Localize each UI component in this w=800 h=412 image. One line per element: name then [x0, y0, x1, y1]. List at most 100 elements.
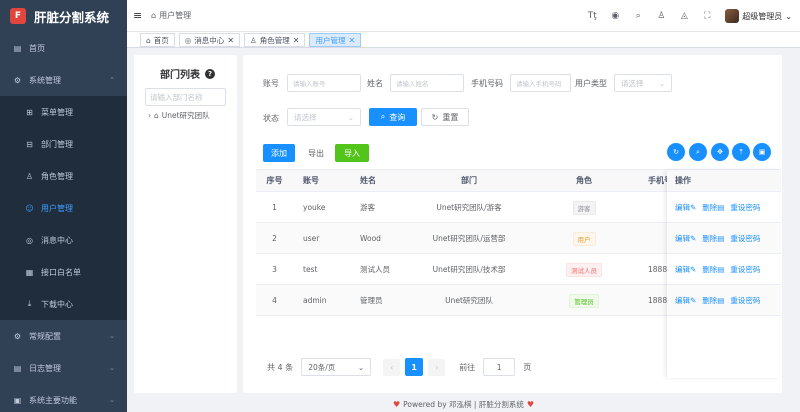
reset-button-label: 重置 — [442, 112, 459, 122]
close-icon[interactable]: ✕ — [293, 36, 300, 45]
move-icon[interactable]: ✥ — [711, 143, 729, 161]
refresh-icon[interactable]: ↻ — [667, 143, 685, 161]
hamburger-icon[interactable]: ≡ — [133, 9, 145, 22]
tree-node-root[interactable]: › ⌂ Unet研究团队 — [148, 110, 210, 121]
app-title: 肝脏分割系统 — [34, 9, 110, 25]
name-label: 姓名 — [367, 79, 383, 88]
reset-password-button[interactable]: 重设密码 — [730, 202, 760, 213]
delete-button[interactable]: 删除▤ — [702, 295, 724, 306]
delete-button[interactable]: 删除▤ — [702, 264, 724, 275]
search-toggle-icon[interactable]: ⌕ — [689, 143, 707, 161]
sidebar-item-config[interactable]: ⚙ 常规配置 ⌄ — [0, 320, 127, 352]
tab-role[interactable]: ♙ 角色管理 ✕ — [244, 33, 306, 47]
goto-page-input[interactable]: 1 — [483, 358, 516, 376]
tab-home[interactable]: ⌂ 首页 — [140, 33, 175, 47]
sidebar-item-label: 用户管理 — [41, 203, 73, 213]
edit-button[interactable]: 编辑✎ — [675, 295, 696, 306]
cell-role: 管理员 — [532, 285, 636, 316]
tab-user[interactable]: 用户管理 ✕ — [309, 33, 362, 47]
reset-button[interactable]: ↻ 重置 — [421, 108, 469, 126]
sidebar-item-label: 系统管理 — [29, 75, 61, 85]
sidebar-item-dept[interactable]: ⊟ 部门管理 — [0, 128, 127, 160]
reset-password-button[interactable]: 重设密码 — [730, 295, 760, 306]
app-logo[interactable]: F 肝脏分割系统 — [0, 0, 127, 32]
tab-message[interactable]: ◎ 消息中心 ✕ — [178, 33, 241, 47]
role-tag: 测试人员 — [566, 262, 602, 277]
list-icon: ▦ — [25, 267, 34, 277]
close-icon[interactable]: ✕ — [348, 36, 355, 45]
heart-icon: ♥ — [526, 399, 534, 409]
next-page-button[interactable]: › — [428, 358, 446, 376]
export-button[interactable]: 导出 — [301, 144, 331, 162]
delete-button[interactable]: 删除▤ — [702, 202, 724, 213]
sidebar-item-menu[interactable]: ⊞ 菜单管理 — [0, 96, 127, 128]
name-input[interactable]: 请输入姓名 — [390, 74, 464, 92]
chevron-right-icon[interactable]: › — [148, 111, 151, 120]
reset-password-button[interactable]: 重设密码 — [730, 264, 760, 275]
sidebar-item-role[interactable]: ♙ 角色管理 — [0, 160, 127, 192]
footer-text: Powered by 邓泓棋 | 肝脏分割系统 — [403, 399, 524, 409]
breadcrumb: ⌂ 用户管理 — [151, 10, 191, 21]
edit-label: 编辑 — [675, 295, 690, 305]
dept-search-input[interactable]: 请输入部门名称 — [145, 88, 226, 106]
theme-icon[interactable]: ♙ — [656, 11, 666, 21]
edit-button[interactable]: 编辑✎ — [675, 264, 696, 275]
status-select[interactable]: 请选择 ⌄ — [287, 108, 361, 126]
sidebar-item-label: 角色管理 — [41, 171, 73, 181]
ops-column: 操作 编辑✎ 删除▤ 重设密码 编辑✎ 删除▤ 重设密码 编辑✎ 删除▤ 重设密… — [667, 170, 781, 378]
delete-label: 删除 — [702, 233, 718, 243]
user-name: 超级管理员 — [742, 11, 783, 21]
sidebar-item-message[interactable]: ◎ 消息中心 — [0, 224, 127, 256]
page-size-select[interactable]: 20条/页 ⌄ — [301, 358, 372, 376]
usertype-select[interactable]: 请选择 ⌄ — [614, 74, 672, 92]
phone-input[interactable]: 请输入手机号码 — [510, 74, 571, 92]
fullscreen-icon[interactable]: ⛶ — [702, 11, 712, 21]
cell-dept: Unet研究团队 — [445, 296, 493, 305]
sidebar-item-functions[interactable]: ▣ 系统主要功能 ⌄ — [0, 384, 127, 412]
bell-icon[interactable]: ◬ — [679, 11, 689, 21]
edit-button[interactable]: 编辑✎ — [675, 233, 696, 244]
cell-account: youke — [303, 203, 326, 212]
cell-phone — [636, 192, 667, 223]
message-icon: ◎ — [184, 35, 192, 45]
cell-account: admin — [303, 296, 327, 305]
department-icon: ⊟ — [26, 139, 33, 149]
query-button[interactable]: ⌕ 查询 — [369, 108, 417, 126]
delete-button[interactable]: 删除▤ — [702, 233, 724, 244]
ops-row: 编辑✎ 删除▤ 重设密码 — [667, 254, 781, 285]
reset-password-button[interactable]: 重设密码 — [730, 233, 760, 244]
peoples-icon: ♙ — [25, 171, 34, 181]
log-icon: ▤ — [13, 363, 22, 373]
sidebar-item-home[interactable]: ▤ 首页 — [0, 32, 127, 64]
help-icon[interactable]: ? — [205, 68, 215, 79]
prev-page-button[interactable]: ‹ — [383, 358, 401, 376]
import-button[interactable]: 导入 — [335, 144, 369, 162]
col-header-role: 角色 — [532, 170, 636, 192]
user-menu[interactable]: 超级管理员 ⌄ — [725, 9, 792, 23]
sidebar-item-log[interactable]: ▤ 日志管理 ⌄ — [0, 352, 127, 384]
edit-button[interactable]: 编辑✎ — [675, 202, 696, 213]
close-icon[interactable]: ✕ — [227, 36, 234, 45]
sidebar-item-user[interactable]: ☺ 用户管理 — [0, 192, 127, 224]
font-size-icon[interactable]: Tţ — [587, 11, 597, 21]
status-select-value: 请选择 — [294, 112, 317, 122]
columns-icon[interactable]: ▣ — [753, 143, 771, 161]
github-icon[interactable]: ◉ — [610, 11, 620, 21]
upload-icon[interactable]: ⤒ — [732, 143, 750, 161]
refresh-icon: ↻ — [431, 112, 439, 122]
sidebar-item-label: 接口白名单 — [41, 267, 81, 277]
sidebar-item-whitelist[interactable]: ▦ 接口白名单 — [0, 256, 127, 288]
add-button[interactable]: 添加 — [263, 144, 295, 162]
cell-name: 测试人员 — [360, 265, 390, 274]
sidebar-item-system[interactable]: ⚙ 系统管理 ⌃ — [0, 64, 127, 96]
page-number-1[interactable]: 1 — [405, 358, 424, 376]
breadcrumb-current: 用户管理 — [159, 11, 192, 20]
col-header-ops: 操作 — [667, 170, 781, 192]
col-header-account: 账号 — [293, 170, 352, 192]
sidebar-item-label: 日志管理 — [29, 363, 61, 373]
sidebar-item-download[interactable]: ⤓ 下载中心 — [0, 288, 127, 320]
account-input[interactable]: 请输入账号 — [287, 74, 361, 92]
edit-icon: ✎ — [690, 295, 697, 305]
cell-index: 3 — [272, 265, 277, 274]
search-icon[interactable]: ⌕ — [633, 11, 643, 21]
